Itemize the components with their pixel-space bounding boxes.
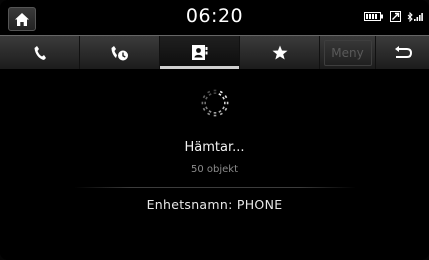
menu-tab[interactable]: Meny: [320, 36, 375, 69]
tab-dial[interactable]: [0, 36, 80, 69]
recent-calls-icon: [111, 45, 128, 60]
screen: 06:20 Meny Hämtar... 50 objekt Enhetsnam…: [0, 0, 429, 260]
star-icon: [272, 45, 287, 60]
loading-spinner-icon: [201, 89, 229, 117]
back-button[interactable]: [375, 36, 429, 69]
status-icons: [364, 11, 423, 22]
device-label: Enhetsnamn:: [146, 197, 233, 212]
back-arrow-icon: [394, 45, 412, 58]
spinner-spoke: [222, 94, 228, 100]
tab-favorites[interactable]: [240, 36, 320, 69]
item-count: 50 objekt: [190, 164, 238, 175]
spinner-spoke: [202, 94, 208, 100]
spinner-spoke: [218, 90, 224, 96]
phone-icon: [34, 45, 46, 60]
device-name: PHONE: [236, 197, 283, 212]
device-name-row: Enhetsnamn: PHONE: [0, 197, 429, 212]
status-bar: 06:20: [0, 0, 429, 33]
tab-contacts[interactable]: [160, 36, 240, 69]
battery-icon: [364, 12, 383, 21]
tab-call-history[interactable]: [80, 36, 160, 69]
spinner-spoke: [206, 110, 212, 116]
contacts-icon: [191, 45, 207, 60]
menu-button[interactable]: Meny: [323, 39, 372, 66]
bluetooth-signal-icon: [407, 11, 423, 22]
loading-text: Hämtar...: [184, 140, 245, 155]
spinner-spoke: [202, 106, 208, 112]
divider: [74, 187, 356, 188]
tab-bar: Meny: [0, 35, 429, 69]
phone-sync-icon: [390, 11, 401, 22]
main-content: Hämtar... 50 objekt Enhetsnamn: PHONE: [0, 69, 429, 260]
spinner-spoke: [222, 106, 228, 112]
spinner-spoke: [218, 110, 224, 116]
spinner-spoke: [206, 90, 212, 96]
